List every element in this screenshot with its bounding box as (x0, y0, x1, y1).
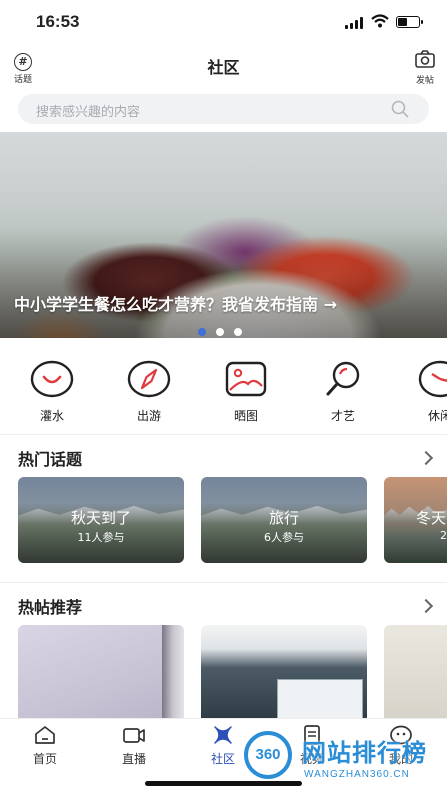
status-bar: 16:53 (0, 0, 447, 44)
watermark-title: 网站排行榜 (302, 739, 427, 767)
post-image (162, 625, 184, 720)
signal-icon (345, 17, 365, 29)
topic-name: 秋天到了 (70, 509, 131, 527)
category-caiyi[interactable]: 才艺 (313, 360, 373, 424)
home-icon (35, 726, 55, 744)
magnifier-icon (326, 361, 360, 396)
tab-community[interactable]: 社区 (195, 725, 251, 767)
post-button-label: 发帖 (415, 76, 434, 86)
carousel-dot[interactable] (198, 328, 206, 336)
hot-posts-title: 热帖推荐 (18, 598, 83, 617)
category-guanshui[interactable]: 灌水 (22, 360, 82, 424)
smile-circle-icon (30, 360, 74, 398)
topic-count: 11人参与 (77, 531, 125, 544)
page-title: 社区 (207, 58, 240, 77)
topic-name: 旅行 (268, 509, 299, 527)
video-icon (123, 728, 145, 743)
post-image (277, 679, 363, 720)
watermark-subtitle: WANGZHAN360.CN (304, 769, 410, 780)
post-button[interactable]: 发帖 (405, 50, 445, 86)
topic-card[interactable]: 旅行 6人参与 (201, 477, 367, 563)
compass-icon (127, 360, 171, 398)
clock-icon (418, 360, 447, 398)
divider (0, 434, 447, 435)
hot-topics-title: 热门话题 (18, 450, 83, 469)
battery-icon (396, 16, 423, 28)
search-input[interactable]: 搜索感兴趣的内容 (18, 94, 429, 124)
category-shaitu[interactable]: 晒图 (216, 360, 276, 424)
post-card[interactable] (384, 625, 447, 720)
wifi-icon (371, 14, 389, 28)
topic-name: 冬天 (416, 509, 447, 527)
image-icon (225, 361, 267, 397)
battery-level (398, 18, 407, 26)
topic-count: 2 (440, 529, 447, 542)
tab-live[interactable]: 直播 (106, 725, 162, 767)
status-time: 16:53 (36, 12, 80, 31)
category-xiuxian[interactable]: 休闲 (410, 360, 447, 424)
topic-card[interactable]: 秋天到了 11人参与 (18, 477, 184, 563)
category-row: 灌水 出游 晒图 才艺 休闲 (0, 360, 447, 430)
divider (0, 582, 447, 583)
banner-carousel[interactable]: 中小学学生餐怎么吃才营养？我省发布指南 → (0, 132, 447, 338)
header: # 话题 社区 发帖 (0, 44, 447, 88)
post-card[interactable] (18, 625, 184, 720)
category-chuyou[interactable]: 出游 (119, 360, 179, 424)
hot-topics-more-chevron-icon[interactable] (418, 450, 434, 466)
community-icon (214, 726, 232, 744)
carousel-dot[interactable] (234, 328, 242, 336)
topic-card[interactable]: 冬天 2 (384, 477, 447, 563)
carousel-dots (198, 321, 252, 338)
tab-home[interactable]: 首页 (17, 725, 73, 767)
carousel-dot[interactable] (216, 328, 224, 336)
topic-count: 6人参与 (264, 531, 304, 544)
camera-icon (415, 50, 435, 68)
watermark-badge: 360 (244, 731, 292, 779)
search-placeholder: 搜索感兴趣的内容 (36, 105, 141, 120)
hot-posts-more-chevron-icon[interactable] (418, 598, 434, 614)
home-indicator[interactable] (145, 781, 302, 786)
post-card[interactable] (201, 625, 367, 720)
banner-caption[interactable]: 中小学学生餐怎么吃才营养？我省发布指南 → (14, 291, 337, 315)
search-icon[interactable] (391, 100, 409, 118)
